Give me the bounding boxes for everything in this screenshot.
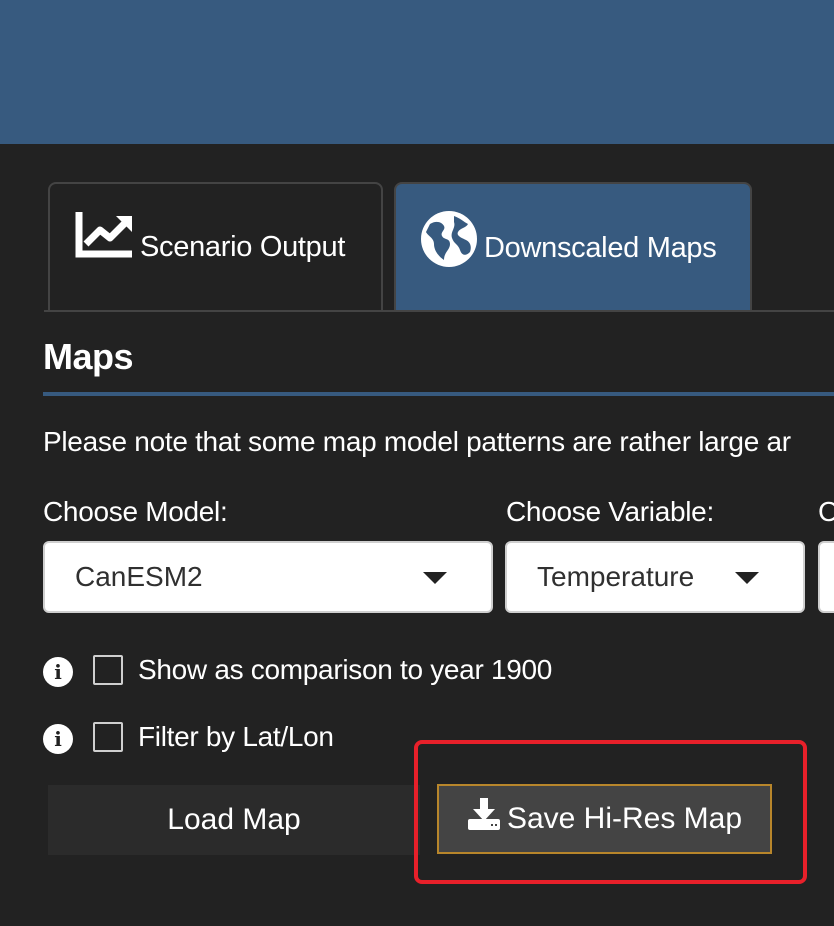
section-title: Maps bbox=[43, 336, 134, 377]
variable-label: Choose Variable: bbox=[506, 496, 714, 527]
section-underline bbox=[43, 392, 834, 396]
chart-line-icon bbox=[74, 210, 134, 266]
variable-select[interactable]: Temperature bbox=[505, 541, 805, 613]
info-icon[interactable]: i bbox=[43, 724, 73, 754]
maps-note: Please note that some map model patterns… bbox=[43, 426, 791, 457]
chevron-down-icon bbox=[735, 572, 759, 584]
globe-icon bbox=[420, 210, 478, 276]
load-map-label: Load Map bbox=[167, 803, 301, 836]
tab-label: Scenario Output bbox=[140, 230, 346, 263]
model-select-value: CanESM2 bbox=[75, 561, 203, 592]
variable-select-value: Temperature bbox=[537, 561, 695, 592]
tab-label: Downscaled Maps bbox=[484, 231, 717, 264]
highlight-box bbox=[414, 740, 807, 884]
info-icon[interactable]: i bbox=[43, 657, 73, 687]
comparison-label: Show as comparison to year 1900 bbox=[138, 654, 553, 685]
third-select[interactable] bbox=[818, 541, 834, 613]
chevron-down-icon bbox=[423, 572, 447, 584]
tab-downscaled-maps[interactable]: Downscaled Maps bbox=[394, 182, 752, 312]
load-map-button[interactable]: Load Map bbox=[48, 785, 420, 855]
tab-scenario-output[interactable]: Scenario Output bbox=[48, 182, 383, 310]
filter-checkbox[interactable] bbox=[93, 722, 123, 752]
filter-label: Filter by Lat/Lon bbox=[138, 721, 334, 752]
model-label: Choose Model: bbox=[43, 496, 228, 527]
third-selector-label: C bbox=[818, 496, 834, 527]
comparison-checkbox[interactable] bbox=[93, 655, 123, 685]
top-header-bar bbox=[0, 0, 834, 144]
model-select[interactable]: CanESM2 bbox=[43, 541, 493, 613]
tabs-divider bbox=[44, 310, 834, 312]
